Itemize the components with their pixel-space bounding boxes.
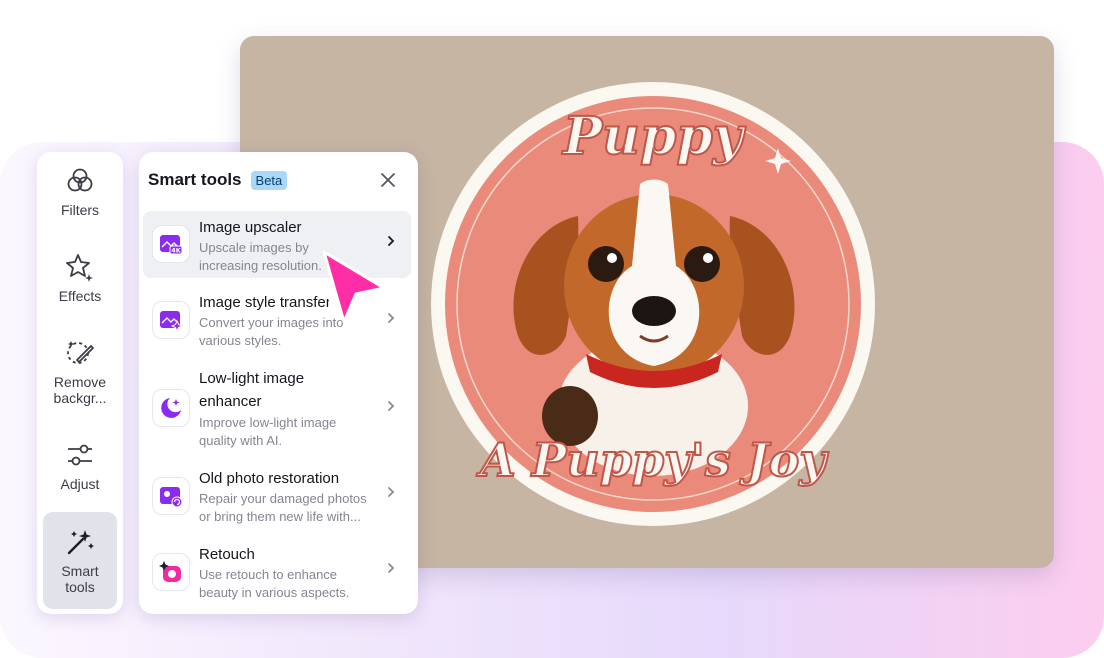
- tool-icon-wrap: [153, 390, 189, 426]
- sidebar-item-adjust[interactable]: Adjust: [43, 440, 117, 492]
- sidebar-item-effects[interactable]: Effects: [43, 252, 117, 304]
- tool-icon-wrap: 4K: [153, 226, 189, 262]
- adjust-icon: [68, 444, 92, 466]
- tool-icon-wrap: [153, 554, 189, 590]
- tool-name: Old photo restoration: [199, 470, 340, 487]
- tool-old-photo-restoration[interactable]: Old photo restoration Repair your damage…: [143, 464, 411, 530]
- tool-name: Image style transfer: [199, 294, 329, 311]
- sidebar-item-remove-background[interactable]: Remove backgr...: [43, 338, 117, 406]
- retouch-sparkle-icon: [159, 561, 181, 582]
- sidebar-item-label: Adjust: [60, 476, 100, 492]
- chevron-right-icon: [388, 563, 395, 573]
- image-upscaler-4k-icon: 4K: [160, 235, 183, 255]
- filters-icon: [67, 168, 93, 192]
- tool-description: Repair your damaged photos or bring them…: [199, 491, 367, 524]
- close-icon[interactable]: [378, 170, 398, 190]
- tool-sidebar: Filters Effects Remove backgr... Adjust: [37, 152, 123, 614]
- sidebar-item-label: Remove backgr...: [53, 374, 107, 406]
- chevron-right-icon: [388, 487, 395, 497]
- pointer-cursor-icon: [322, 250, 386, 324]
- tool-icon-wrap: [153, 302, 189, 338]
- svg-text:4K: 4K: [171, 247, 182, 255]
- chevron-right-icon: [388, 401, 395, 411]
- tool-name: Retouch: [199, 546, 255, 563]
- tool-name: Low-light image enhancer: [199, 370, 305, 410]
- smart-tools-wand-icon: [67, 529, 94, 554]
- sidebar-item-label: Effects: [58, 288, 102, 304]
- tool-description: Improve low-light image quality with AI.: [199, 415, 337, 448]
- panel-header: Smart tools Beta: [148, 162, 410, 198]
- sidebar-item-filters[interactable]: Filters: [43, 166, 117, 218]
- sidebar-item-label: Filters: [60, 202, 100, 218]
- tool-retouch[interactable]: Retouch Use retouch to enhance beauty in…: [143, 540, 411, 604]
- tool-low-light-enhancer[interactable]: Low-light image enhancer Improve low-lig…: [143, 364, 411, 454]
- tool-name: Image upscaler: [199, 219, 302, 236]
- sticker-text-top: Puppy: [561, 106, 747, 167]
- remove-background-icon: [67, 341, 94, 364]
- sidebar-item-smart-tools[interactable]: Smart tools: [43, 512, 117, 609]
- sticker-text-bottom: A Puppy's Joy: [476, 433, 829, 487]
- beta-badge: Beta: [250, 170, 288, 190]
- tool-description: Use retouch to enhance beauty in various…: [199, 567, 350, 600]
- photo-restoration-icon: [160, 487, 183, 508]
- sidebar-item-label: Smart tools: [61, 562, 99, 595]
- tool-description: Upscale images by increasing resolution.: [199, 240, 322, 273]
- moon-stars-icon: [161, 398, 181, 418]
- effects-icon: [66, 254, 93, 282]
- smart-tools-panel: Smart tools Beta 4K Image upscaler Upsca…: [139, 152, 418, 614]
- panel-title: Smart tools: [148, 170, 242, 189]
- image-style-transfer-icon: [160, 311, 183, 332]
- tool-icon-wrap: [153, 478, 189, 514]
- chevron-right-icon: [388, 236, 395, 246]
